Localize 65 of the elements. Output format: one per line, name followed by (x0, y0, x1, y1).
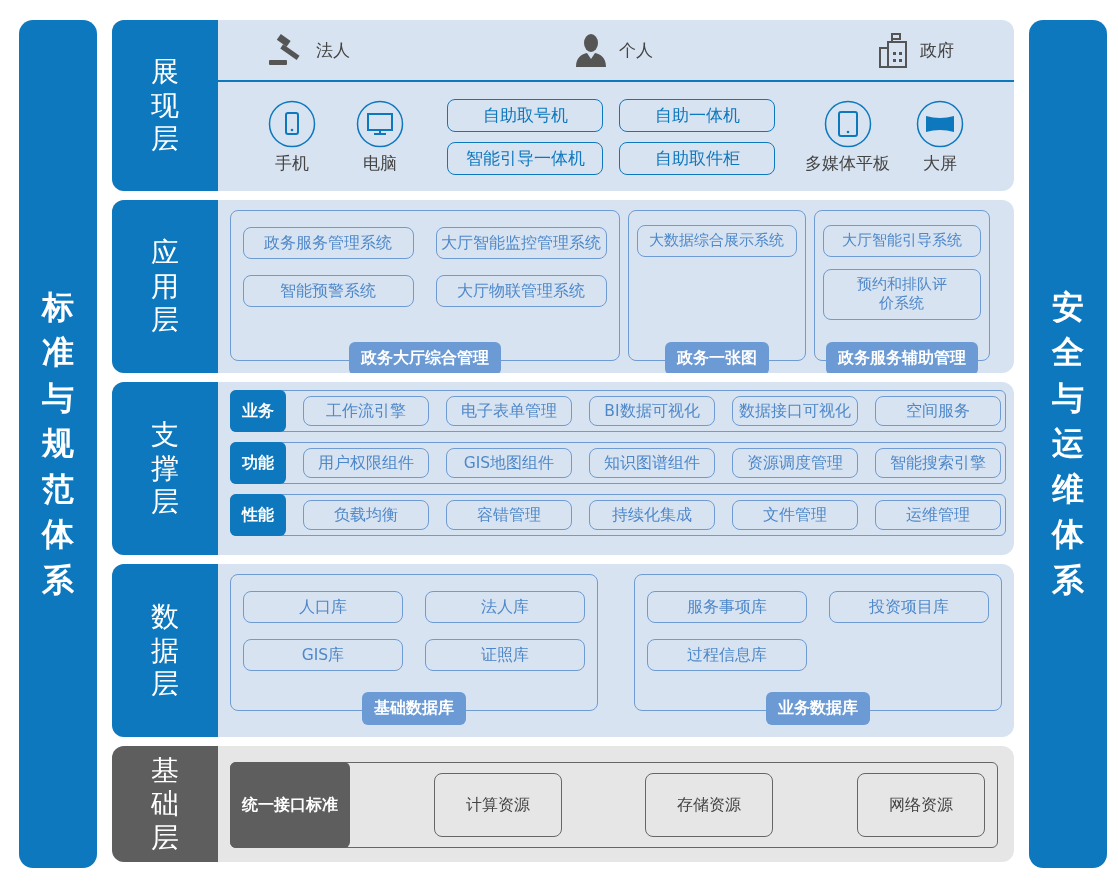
service-item: GIS地图组件 (445, 447, 572, 479)
user-type-label: 个人 (619, 38, 653, 62)
system-item: 投资项目库 (829, 591, 990, 624)
layer-label: 数据层 (111, 564, 218, 737)
system-item: 人口库 (242, 591, 403, 624)
service-item: 知识图谱组件 (588, 447, 715, 479)
group-title: 业务数据库 (766, 692, 871, 725)
service-item: 智能搜索引擎 (874, 447, 1001, 479)
user-type-label: 政府 (920, 38, 955, 62)
system-item: 大厅物联管理系统 (435, 275, 607, 308)
layer-label: 基础层 (111, 746, 218, 862)
system-item: 预约和排队评价系统 (822, 268, 981, 320)
service-item: 负载均衡 (302, 499, 429, 531)
interface-label: 统一接口标准 (229, 762, 350, 848)
resource-item: 存储资源 (645, 773, 774, 837)
system-item: 证照库 (424, 639, 585, 672)
layer-label: 展现层 (111, 20, 218, 191)
system-item: 智能预警系统 (242, 275, 414, 308)
phone-icon (267, 99, 316, 148)
building-icon (878, 32, 909, 68)
terminal-item: 自助一体机 (619, 99, 776, 132)
system-item: 大厅智能监控管理系统 (435, 227, 607, 260)
system-item: 法人库 (424, 591, 585, 624)
service-item: 用户权限组件 (302, 447, 429, 479)
row-label: 业务 (229, 390, 286, 432)
service-item: 容错管理 (445, 499, 572, 531)
system-item: GIS库 (242, 639, 403, 672)
system-item: 政务服务管理系统 (242, 227, 414, 260)
row-label: 性能 (229, 494, 286, 536)
service-item: 空间服务 (874, 395, 1001, 427)
system-item: 过程信息库 (647, 639, 808, 672)
group-title: 政务服务辅助管理 (825, 342, 978, 373)
system-item: 大数据综合展示系统 (636, 225, 797, 257)
service-item: 工作流引擎 (302, 395, 429, 427)
system-item: 大厅智能引导系统 (822, 225, 981, 257)
tablet-icon (823, 99, 872, 148)
monitor-icon (355, 99, 404, 148)
terminal-item: 智能引导一体机 (447, 142, 604, 175)
row-label: 功能 (229, 442, 286, 484)
service-item: 持续化集成 (588, 499, 715, 531)
service-item: 运维管理 (874, 499, 1001, 531)
standards-pillar: 标准与规范体系 (19, 20, 97, 868)
device-label: 手机 (274, 151, 309, 175)
device-label: 电脑 (362, 151, 397, 175)
system-item: 服务事项库 (647, 591, 808, 624)
service-item: 数据接口可视化 (731, 395, 858, 427)
terminal-item: 自助取件柜 (619, 142, 776, 175)
device-label: 多媒体平板 (805, 151, 891, 175)
service-item: 文件管理 (731, 499, 858, 531)
layer-label: 应用层 (111, 200, 218, 373)
security-pillar: 安全与运维体系 (1029, 20, 1107, 868)
group-title: 基础数据库 (361, 692, 466, 725)
group-title: 政务一张图 (664, 342, 769, 373)
terminal-item: 自助取号机 (447, 99, 604, 132)
group-title: 政务大厅综合管理 (348, 342, 501, 373)
resource-item: 计算资源 (433, 773, 562, 837)
service-item: 资源调度管理 (731, 447, 858, 479)
person-icon (575, 33, 607, 67)
user-type-label: 法人 (315, 38, 350, 62)
screen-icon (916, 99, 965, 148)
layer-label: 支撑层 (111, 382, 218, 555)
device-label: 大屏 (923, 151, 958, 175)
service-item: BI数据可视化 (588, 395, 715, 427)
service-item: 电子表单管理 (445, 395, 572, 427)
resource-item: 网络资源 (857, 773, 986, 837)
